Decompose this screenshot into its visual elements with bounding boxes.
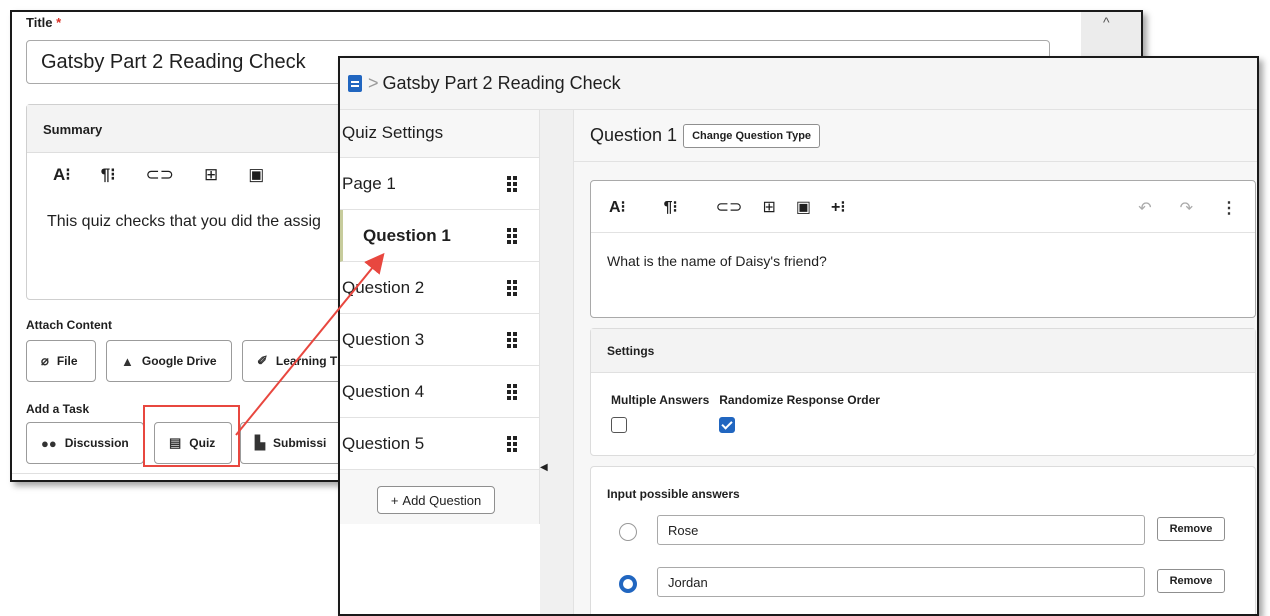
- link-icon[interactable]: ⊂⊃: [146, 165, 175, 185]
- quiz-icon: ▤: [169, 435, 182, 450]
- sidebar-item-question-3[interactable]: Question 3: [340, 314, 539, 366]
- change-question-type-button[interactable]: Change Question Type: [683, 123, 821, 148]
- chevron-right-icon: >: [368, 73, 379, 93]
- randomize-order-label: Randomize Response Order: [719, 393, 880, 407]
- summary-heading: Summary: [27, 105, 375, 153]
- answers-heading: Input possible answers: [607, 487, 740, 501]
- add-submission-button[interactable]: ▙ Submissi: [240, 422, 352, 464]
- image-icon[interactable]: ▣: [796, 197, 811, 217]
- undo-icon[interactable]: ↶: [1138, 198, 1151, 218]
- attach-learning-tool-button[interactable]: ✐ Learning T: [242, 340, 352, 382]
- attach-content-label: Attach Content: [26, 318, 112, 332]
- question-editor: A⁝ ¶⁝ ⊂⊃ ⊞ ▣ +⁝ ↶ ↷ ⋮ What is the name o…: [590, 180, 1256, 318]
- font-style-icon[interactable]: A⁝: [53, 165, 71, 185]
- drag-handle-icon[interactable]: [507, 175, 517, 192]
- question-prompt[interactable]: What is the name of Daisy's friend?: [591, 233, 1255, 289]
- more-options-icon[interactable]: ⋮: [1221, 198, 1237, 218]
- discussion-icon: ●●: [41, 435, 57, 451]
- summary-toolbar: A⁝ ¶⁝ ⊂⊃ ⊞ ▣: [27, 153, 375, 197]
- title-label: Title *: [26, 15, 62, 30]
- sidebar-gutter: [540, 110, 574, 614]
- multiple-answers-label: Multiple Answers: [611, 393, 710, 407]
- link-icon[interactable]: ⊂⊃: [716, 197, 743, 217]
- sidebar-item-question-5[interactable]: Question 5: [340, 418, 539, 470]
- plus-icon: +: [390, 492, 399, 508]
- drag-handle-icon[interactable]: [507, 383, 517, 400]
- quiz-settings-link[interactable]: Quiz Settings: [340, 110, 539, 158]
- submission-icon: ▙: [255, 435, 265, 450]
- collapse-sidebar-icon[interactable]: ◀: [540, 462, 548, 473]
- multiple-answers-checkbox[interactable]: [611, 417, 627, 433]
- correct-answer-radio[interactable]: [619, 523, 637, 541]
- add-question-button[interactable]: + Add Question: [377, 486, 495, 514]
- attach-google-drive-button[interactable]: ▲ Google Drive: [106, 340, 232, 382]
- correct-answer-radio[interactable]: [619, 575, 637, 593]
- add-task-label: Add a Task: [26, 402, 90, 416]
- drag-handle-icon[interactable]: [507, 279, 517, 296]
- paragraph-icon[interactable]: ¶⁝: [664, 197, 678, 217]
- add-discussion-button[interactable]: ●● Discussion: [26, 422, 144, 464]
- breadcrumb: > Gatsby Part 2 Reading Check: [340, 58, 1257, 110]
- answer-row: Jordan Remove: [591, 567, 1255, 597]
- summary-editor: Summary A⁝ ¶⁝ ⊂⊃ ⊞ ▣ This quiz checks th…: [26, 104, 376, 300]
- quiz-editor-window: > Gatsby Part 2 Reading Check Quiz Setti…: [338, 56, 1259, 616]
- summary-text[interactable]: This quiz checks that you did the assig: [27, 197, 375, 247]
- drag-handle-icon[interactable]: [507, 435, 517, 452]
- answer-row: Rose Remove: [591, 515, 1255, 545]
- answer-input[interactable]: Jordan: [657, 567, 1145, 597]
- scroll-up-icon[interactable]: ^: [1103, 14, 1110, 30]
- quiz-sidebar: Quiz Settings Page 1 Question 1 Question…: [340, 110, 540, 524]
- sidebar-item-question-4[interactable]: Question 4: [340, 366, 539, 418]
- settings-heading: Settings: [591, 329, 1255, 373]
- image-icon[interactable]: ▣: [248, 165, 264, 185]
- drag-handle-icon[interactable]: [507, 331, 517, 348]
- font-style-icon[interactable]: A⁝: [609, 197, 626, 217]
- remove-answer-button[interactable]: Remove: [1157, 517, 1225, 541]
- table-icon[interactable]: ⊞: [204, 165, 218, 185]
- google-drive-icon: ▲: [121, 353, 134, 369]
- attach-file-button[interactable]: ⌀ File: [26, 340, 96, 382]
- question-header: Question 1 Change Question Type: [574, 110, 1257, 162]
- sidebar-item-page-1[interactable]: Page 1: [340, 158, 539, 210]
- possible-answers: Input possible answers Rose Remove Jorda…: [590, 466, 1256, 614]
- question-settings: Settings Multiple Answers Randomize Resp…: [590, 328, 1256, 456]
- sidebar-item-question-2[interactable]: Question 2: [340, 262, 539, 314]
- insert-plus-icon[interactable]: +⁝: [831, 197, 845, 217]
- randomize-order-checkbox[interactable]: [719, 417, 736, 433]
- answer-input[interactable]: Rose: [657, 515, 1145, 545]
- editor-toolbar: A⁝ ¶⁝ ⊂⊃ ⊞ ▣ +⁝ ↶ ↷ ⋮: [591, 181, 1255, 233]
- redo-icon[interactable]: ↷: [1180, 198, 1193, 218]
- question-panel: Question 1 Change Question Type A⁝ ¶⁝ ⊂⊃…: [574, 110, 1257, 614]
- sidebar-item-question-1[interactable]: Question 1: [340, 210, 539, 262]
- plug-icon: ✐: [257, 353, 268, 368]
- book-icon[interactable]: [348, 75, 362, 92]
- question-title: Question 1: [590, 125, 678, 145]
- paperclip-icon: ⌀: [41, 353, 49, 368]
- add-quiz-button[interactable]: ▤ Quiz: [154, 422, 232, 464]
- drag-handle-icon[interactable]: [507, 227, 517, 244]
- required-mark: *: [56, 15, 62, 30]
- paragraph-icon[interactable]: ¶⁝: [101, 165, 116, 185]
- table-icon[interactable]: ⊞: [762, 197, 775, 217]
- breadcrumb-title: Gatsby Part 2 Reading Check: [382, 73, 621, 93]
- remove-answer-button[interactable]: Remove: [1157, 569, 1225, 593]
- editor-history: ↶ ↷ ⋮: [1138, 198, 1237, 218]
